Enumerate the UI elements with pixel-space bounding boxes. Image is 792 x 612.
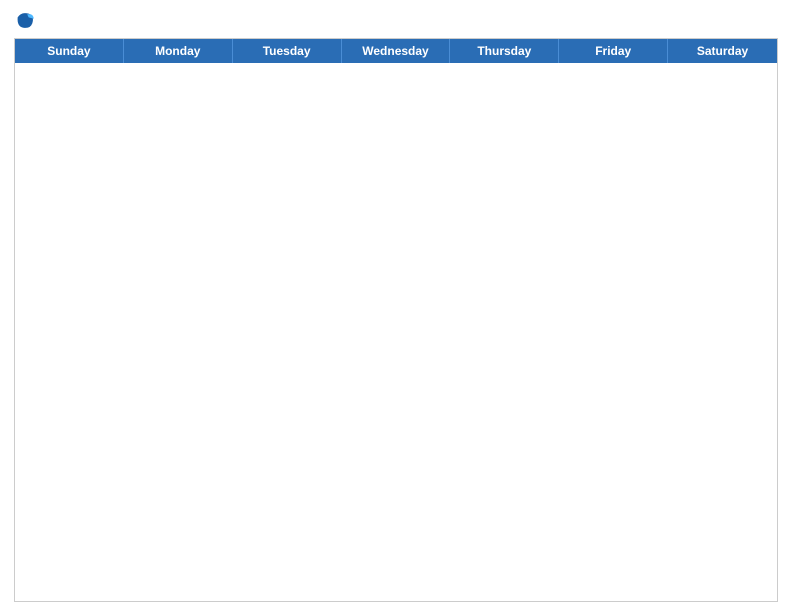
calendar-body: [15, 63, 777, 601]
weekday-header: Wednesday: [342, 39, 451, 63]
calendar-header-row: SundayMondayTuesdayWednesdayThursdayFrid…: [15, 39, 777, 63]
logo-icon: [14, 10, 36, 32]
weekday-header: Thursday: [450, 39, 559, 63]
weekday-header: Saturday: [668, 39, 777, 63]
weekday-header: Tuesday: [233, 39, 342, 63]
weekday-header: Friday: [559, 39, 668, 63]
calendar-container: SundayMondayTuesdayWednesdayThursdayFrid…: [0, 0, 792, 612]
weekday-header: Monday: [124, 39, 233, 63]
header: [14, 10, 778, 32]
weekday-header: Sunday: [15, 39, 124, 63]
calendar: SundayMondayTuesdayWednesdayThursdayFrid…: [14, 38, 778, 602]
logo: [14, 10, 38, 32]
